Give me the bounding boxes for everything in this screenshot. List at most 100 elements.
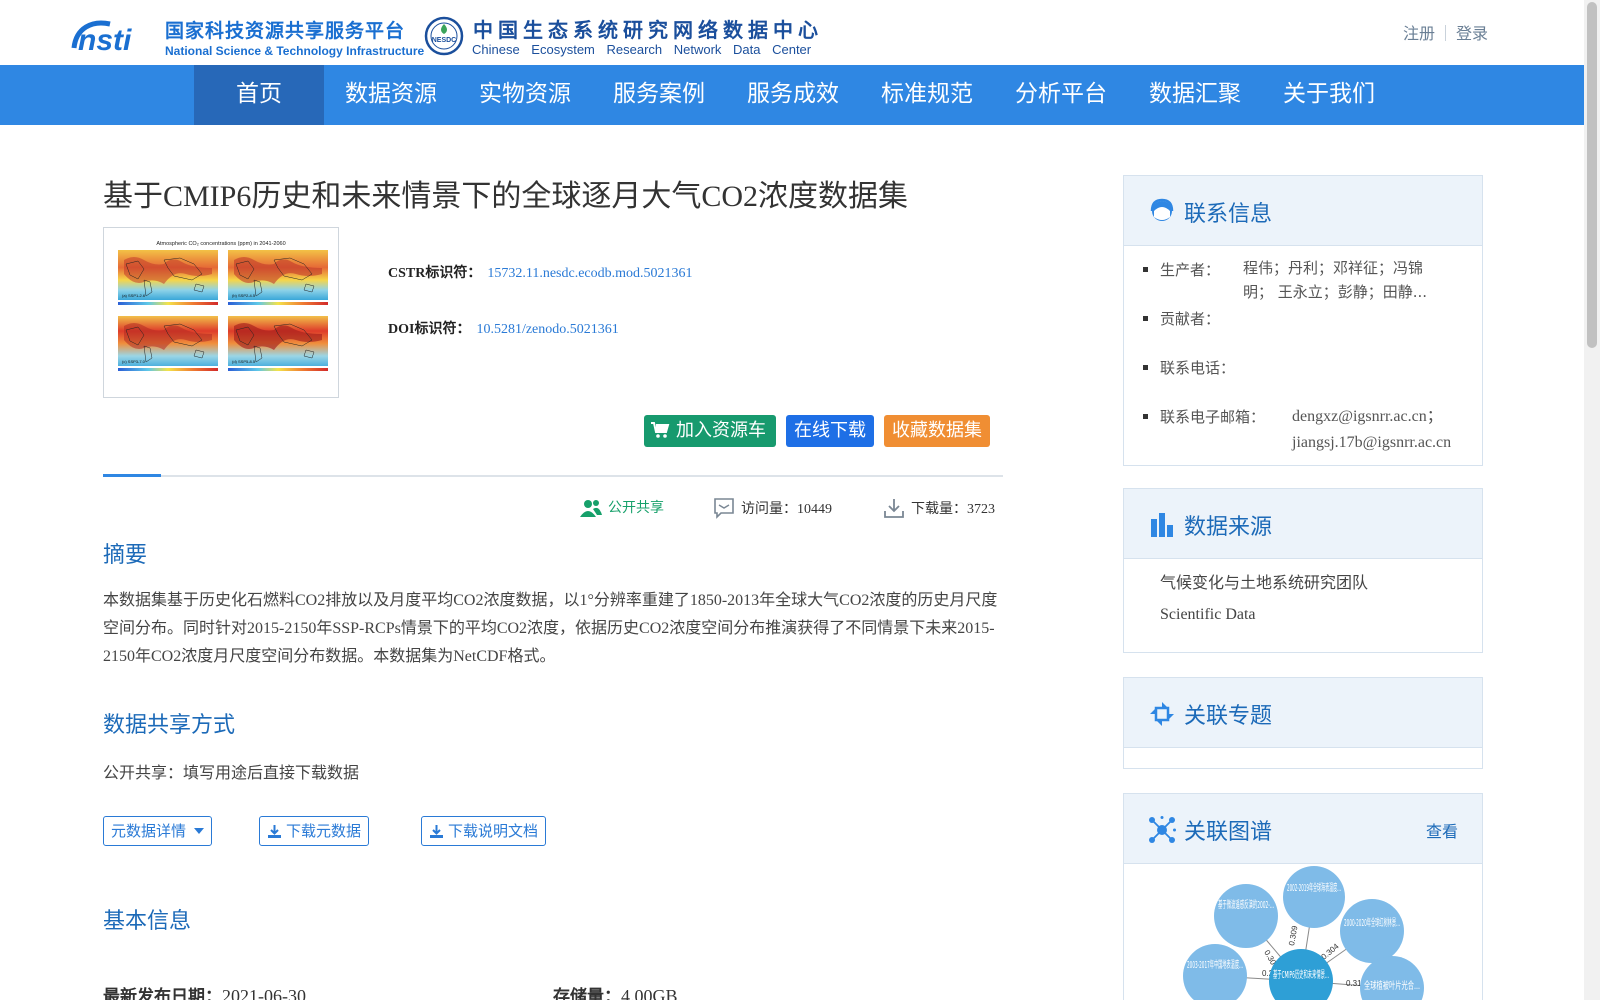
- nav-item-9[interactable]: 关于我们: [1262, 65, 1396, 125]
- nav-item-4[interactable]: 服务案例: [592, 65, 726, 125]
- comment-icon: [714, 498, 734, 519]
- nesdc-badge-text: NESDC: [432, 37, 457, 44]
- download-doc-button[interactable]: 下载说明文档: [421, 816, 547, 846]
- add-to-cart-button[interactable]: 加入资源车: [644, 415, 776, 447]
- contact-panel: 联系信息 生产者： 程伟；丹利；邓祥征；冯锦 明； 王永立；彭静；田静... 贡…: [1123, 175, 1483, 466]
- dataset-identifiers: CSTR标识符： 15732.11.nesdc.ecodb.mod.5021361…: [388, 262, 693, 374]
- nsti-logo-mark: nsti: [71, 20, 132, 54]
- scrollbar-thumb[interactable]: [1587, 2, 1597, 348]
- cstr-row: CSTR标识符： 15732.11.nesdc.ecodb.mod.5021361: [388, 262, 693, 318]
- graph-edge-weight-2: 0.309: [1287, 925, 1299, 947]
- nav-item-2[interactable]: 数据资源: [324, 65, 458, 125]
- topic-panel-header: 关联专题: [1124, 678, 1482, 748]
- download-icon: [430, 825, 443, 838]
- dataset-thumbnail[interactable]: Atmospheric CO₂ concentrations (ppm) in …: [103, 227, 339, 398]
- graph-node-4[interactable]: 2003-2017年中国地表温度...: [1183, 944, 1247, 1000]
- graph-node-1[interactable]: 基于微波遥感反演的2002-...: [1214, 884, 1278, 948]
- graph-node-2[interactable]: 2002-2019年全球海表温度...: [1283, 866, 1345, 928]
- dataset-title: 基于CMIP6历史和未来情景下的全球逐月大气CO2浓度数据集: [103, 180, 909, 213]
- map-panel-a: (a) SSP1-2.6: [118, 250, 218, 305]
- relation-graph[interactable]: 0.306 0.309 0.304 0.298 0.311 基于微波遥感反演的2…: [1124, 864, 1482, 1000]
- source-panel-header: 数据来源: [1124, 489, 1482, 559]
- nav-item-5[interactable]: 服务成效: [726, 65, 860, 125]
- map-panel-d-label: (d) SSP5-8.5: [232, 359, 256, 364]
- thumbnail-figure: Atmospheric CO₂ concentrations (ppm) in …: [118, 241, 328, 371]
- source-item-2[interactable]: Scientific Data: [1160, 606, 1256, 624]
- abstract-heading: 摘要: [103, 543, 148, 568]
- nav-item-1[interactable]: 首页: [194, 65, 324, 125]
- metadata-details-label: 元数据详情: [111, 822, 187, 840]
- contact-panel-title: 联系信息: [1184, 202, 1273, 227]
- add-to-cart-label: 加入资源车: [676, 420, 766, 441]
- favorite-dataset-button[interactable]: 收藏数据集: [884, 415, 990, 447]
- graph-panel-title: 关联图谱: [1184, 820, 1273, 845]
- share-heading: 数据共享方式: [103, 713, 236, 738]
- cstr-label: CSTR标识符：: [388, 266, 482, 281]
- phone-label: 联系电话：: [1142, 359, 1236, 377]
- cart-icon: [651, 422, 670, 438]
- page-scrollbar[interactable]: [1584, 0, 1600, 1000]
- register-link[interactable]: 注册: [1403, 24, 1435, 43]
- email-line-1[interactable]: dengxz@igsnrr.ac.cn；: [1292, 404, 1451, 430]
- nav-list: 首页 数据资源 实物资源 服务案例 服务成效 标准规范 分析平台 数据汇聚 关于我们: [194, 65, 1396, 125]
- topic-panel: 关联专题: [1123, 677, 1483, 769]
- release-date: 最新发布日期：2021-06-30: [103, 982, 306, 1000]
- graph-node-3[interactable]: 2000-2020年全球红树林景...: [1340, 899, 1404, 963]
- share-status-label: 公开共享: [608, 500, 664, 516]
- doi-link[interactable]: 10.5281/zenodo.5021361: [476, 322, 618, 337]
- map-panel-b-label: (b) SSP2-4.5: [232, 293, 256, 298]
- nesdc-logo[interactable]: NESDC 中国生态系统研究网络数据中心 Chinese Ecosystem R…: [424, 14, 844, 60]
- nav-item-7[interactable]: 分析平台: [994, 65, 1128, 125]
- contributor-label: 贡献者：: [1142, 310, 1221, 328]
- graph-node-1-label: 基于微波遥感反演的2002-...: [1218, 898, 1274, 911]
- graph-node-6-label: 全球植被叶片光合...: [1364, 979, 1420, 992]
- source-item-1[interactable]: 气候变化与土地系统研究团队: [1160, 569, 1368, 593]
- graph-node-2-label: 2002-2019年全球海表温度...: [1287, 881, 1341, 894]
- nav-item-8[interactable]: 数据汇聚: [1128, 65, 1262, 125]
- nsti-logo[interactable]: nsti 国家科技资源共享服务平台 National Science & Tec…: [70, 14, 424, 60]
- topic-panel-title: 关联专题: [1184, 704, 1273, 729]
- contact-list: 生产者： 程伟；丹利；邓祥征；冯锦 明； 王永立；彭静；田静... 贡献者： 联…: [1124, 246, 1482, 465]
- cstr-link[interactable]: 15732.11.nesdc.ecodb.mod.5021361: [487, 266, 692, 281]
- tab-underline: [103, 474, 1003, 477]
- users-icon: [580, 500, 602, 517]
- download-metadata-label: 下载元数据: [286, 822, 362, 840]
- email-value: dengxz@igsnrr.ac.cn； jiangsj.17b@igsnrr.…: [1292, 404, 1451, 456]
- share-method-text: 公开共享：填写用途后直接下载数据: [103, 763, 360, 782]
- network-graph-icon: [1149, 816, 1176, 843]
- nesdc-badge-icon: NESDC: [424, 16, 464, 56]
- dataset-actions: 加入资源车 在线下载 收藏数据集: [644, 415, 990, 447]
- metadata-details-button[interactable]: 元数据详情: [103, 816, 212, 846]
- contact-panel-header: 联系信息: [1124, 176, 1482, 246]
- doi-row: DOI标识符： 10.5281/zenodo.5021361: [388, 318, 693, 374]
- visit-count: 访问量：10449: [713, 497, 832, 519]
- source-list: 气候变化与土地系统研究团队 Scientific Data: [1124, 559, 1482, 652]
- source-panel-title: 数据来源: [1184, 515, 1273, 540]
- download-metadata-button[interactable]: 下载元数据: [259, 816, 370, 846]
- map-panel-c-label: (c) SSP3-7.0: [122, 359, 146, 364]
- download-count: 下载量：3723: [883, 497, 995, 519]
- nav-item-6[interactable]: 标准规范: [860, 65, 994, 125]
- nesdc-logo-en: Chinese Ecosystem Research Network Data …: [472, 42, 812, 57]
- map-panel-d: (d) SSP5-8.5: [228, 316, 328, 371]
- graph-node-3-label: 2000-2020年全球红树林景...: [1344, 916, 1400, 929]
- bar-chart-icon: [1151, 513, 1173, 537]
- producer-line-1: 程伟；丹利；邓祥征；冯锦: [1243, 259, 1424, 277]
- email-line-2[interactable]: jiangsj.17b@igsnrr.ac.cn: [1292, 430, 1451, 456]
- login-link[interactable]: 登录: [1456, 24, 1488, 43]
- nsti-logo-en: National Science & Technology Infrastruc…: [165, 44, 425, 58]
- map-panel-c: (c) SSP3-7.0: [118, 316, 218, 371]
- online-download-button[interactable]: 在线下载: [786, 415, 874, 447]
- auth-links: 注册 登录: [1403, 20, 1488, 44]
- source-panel: 数据来源 气候变化与土地系统研究团队 Scientific Data: [1123, 488, 1483, 653]
- storage-size-value: 4.00GB: [621, 986, 678, 1000]
- dataset-stats: 公开共享 访问量：10449 下载量：3723: [580, 497, 1003, 521]
- producer-line-2: 明； 王永立；彭静；田静...: [1243, 283, 1428, 301]
- graph-node-4-label: 2003-2017年中国地表温度...: [1187, 958, 1243, 971]
- abstract-text: 本数据集基于历史化石燃料CO2排放以及月度平均CO2浓度数据，以1°分辨率重建了…: [103, 592, 998, 665]
- nav-item-3[interactable]: 实物资源: [458, 65, 592, 125]
- graph-view-link[interactable]: 查看: [1426, 818, 1458, 842]
- main-nav: 首页 数据资源 实物资源 服务案例 服务成效 标准规范 分析平台 数据汇聚 关于我们: [0, 65, 1584, 125]
- email-label: 联系电子邮箱：: [1142, 408, 1266, 426]
- graph-panel: 关联图谱 查看 0.306 0.309 0.304 0.298 0.311 基于…: [1123, 793, 1483, 1000]
